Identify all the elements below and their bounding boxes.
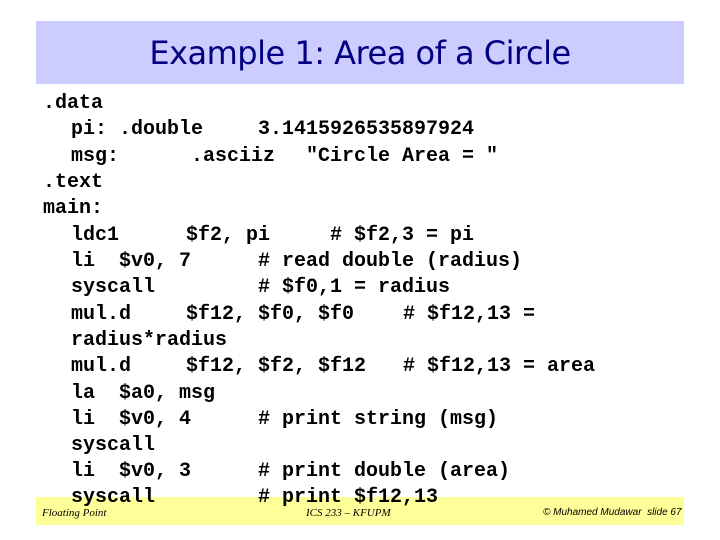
code-op-syscall: syscall bbox=[71, 276, 156, 299]
code-op-mul-d: mul.d bbox=[71, 303, 132, 326]
code-label-pi: pi: .double bbox=[71, 118, 204, 141]
code-op-ldc1: ldc1 bbox=[71, 224, 120, 247]
footer-credit: © Muhamed Mudawar slide 67 bbox=[543, 507, 682, 518]
code-comment-wrap: radius*radius bbox=[71, 329, 228, 352]
code-comment: # read double (radius) bbox=[258, 250, 523, 273]
code-operands: $f12, $f0, $f0 bbox=[186, 303, 355, 326]
footer-course: ICS 233 – KFUPM bbox=[306, 507, 391, 519]
code-op-li: li $v0, 3 bbox=[71, 460, 192, 483]
code-label-main: main: bbox=[43, 197, 104, 220]
code-value-pi: 3.1415926535897924 bbox=[258, 118, 475, 141]
code-op-li: li $v0, 4 bbox=[71, 408, 192, 431]
code-comment: # $f12,13 = area bbox=[403, 355, 596, 378]
code-operands: $f12, $f2, $f12 bbox=[186, 355, 367, 378]
code-comment: # $f2,3 = pi bbox=[330, 224, 475, 247]
code-block: .data pi: .double 3.1415926535897924 msg… bbox=[0, 0, 720, 540]
code-comment: # print string (msg) bbox=[258, 408, 499, 431]
code-directive-text: .text bbox=[43, 171, 104, 194]
code-op-li: li $v0, 7 bbox=[71, 250, 192, 273]
footer-topic: Floating Point bbox=[42, 507, 107, 519]
code-directive-data: .data bbox=[43, 92, 104, 115]
code-op-syscall: syscall bbox=[71, 434, 156, 457]
code-comment: # print double (area) bbox=[258, 460, 511, 483]
code-op-la: la $a0, msg bbox=[71, 382, 216, 405]
code-value-msg: "Circle Area = " bbox=[306, 145, 499, 168]
code-comment: # $f0,1 = radius bbox=[258, 276, 451, 299]
code-op-mul-d: mul.d bbox=[71, 355, 132, 378]
code-directive-asciiz: .asciiz bbox=[191, 145, 276, 168]
code-label-msg: msg: bbox=[71, 145, 120, 168]
code-comment: # $f12,13 = bbox=[403, 303, 536, 326]
code-operands: $f2, pi bbox=[186, 224, 271, 247]
